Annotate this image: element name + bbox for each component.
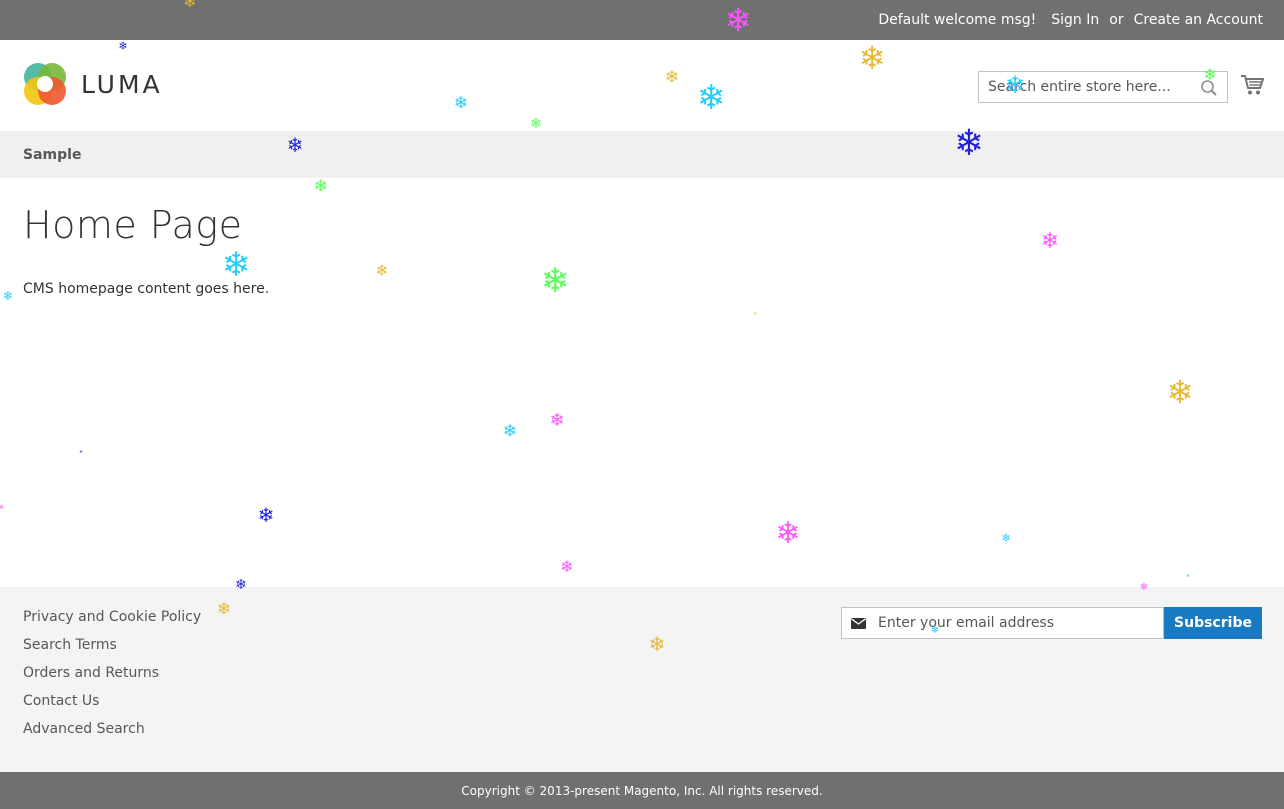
page-title: Home Page [23, 203, 243, 247]
newsletter-form: Subscribe [841, 607, 1262, 639]
footer-link-privacy[interactable]: Privacy and Cookie Policy [23, 607, 201, 635]
or-text: or [1109, 12, 1124, 28]
top-bar: Default welcome msg! Sign In or Create a… [0, 0, 1284, 40]
luma-logo-icon [24, 63, 66, 105]
copyright-text: Copyright © 2013-present Magento, Inc. A… [461, 783, 823, 798]
search-box [978, 71, 1228, 103]
footer-link-orders-returns[interactable]: Orders and Returns [23, 663, 201, 691]
header: LUMA [0, 40, 1284, 131]
nav-item-sample[interactable]: Sample [23, 147, 81, 163]
cms-content: CMS homepage content goes here. [23, 281, 270, 297]
create-account-link[interactable]: Create an Account [1134, 12, 1263, 28]
main-content: Home Page CMS homepage content goes here… [0, 178, 1284, 587]
newsletter-field [841, 607, 1164, 639]
logo-text: LUMA [81, 69, 163, 99]
search-input[interactable] [979, 72, 1227, 102]
logo[interactable]: LUMA [23, 62, 163, 106]
footer-link-contact[interactable]: Contact Us [23, 691, 201, 719]
newsletter-email-input[interactable] [842, 608, 1163, 638]
footer-link-advanced-search[interactable]: Advanced Search [23, 719, 201, 747]
sign-in-link[interactable]: Sign In [1051, 12, 1099, 28]
cart-icon[interactable] [1240, 74, 1264, 96]
subscribe-button[interactable]: Subscribe [1164, 607, 1262, 639]
footer-link-search-terms[interactable]: Search Terms [23, 635, 201, 663]
envelope-icon [851, 618, 866, 629]
main-navigation: Sample [0, 131, 1284, 178]
copyright-bar: Copyright © 2013-present Magento, Inc. A… [0, 772, 1284, 809]
footer-links: Privacy and Cookie Policy Search Terms O… [23, 607, 201, 747]
search-icon[interactable] [1200, 79, 1218, 97]
footer: Privacy and Cookie Policy Search Terms O… [0, 587, 1284, 772]
welcome-message: Default welcome msg! [878, 12, 1037, 28]
